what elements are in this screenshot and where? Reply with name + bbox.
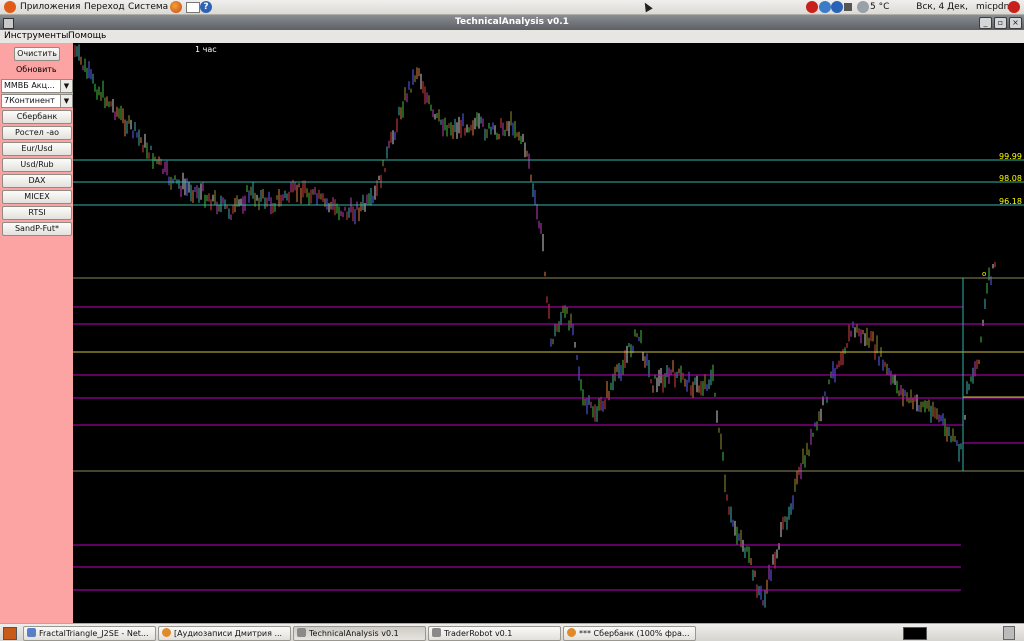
level-label: 96.18 (999, 197, 1022, 206)
instrument-button-dax[interactable]: DAX (2, 174, 72, 188)
level-label: 98.08 (999, 174, 1022, 183)
instrument-button-usdrub[interactable]: Usd/Rub (2, 158, 72, 172)
trash-icon[interactable] (1003, 626, 1015, 640)
clock[interactable]: Вск, 4 Дек, 19:10 (888, 0, 968, 26)
temperature[interactable]: 5 °C (870, 0, 889, 14)
taskbar: FractalTriangle_J2SE - Net... [Аудиозапи… (0, 623, 1024, 641)
source-select[interactable]: 7Континент ▼ (1, 94, 73, 108)
app-menubar: Инструменты Помощь (0, 30, 1024, 43)
window-titlebar[interactable]: TechnicalAnalysis v0.1 (0, 15, 1024, 30)
instrument-button-eurusd[interactable]: Eur/Usd (2, 142, 72, 156)
minimize-button[interactable]: _ (979, 17, 992, 29)
shutdown-icon[interactable] (1008, 1, 1020, 13)
instrument-button-sandp[interactable]: SandP-Fut* (2, 222, 72, 236)
exchange-select[interactable]: ММВБ Акц... ▼ (1, 79, 73, 93)
candles-group (74, 44, 996, 608)
ubuntu-logo-icon[interactable] (4, 1, 16, 13)
instrument-button-sberbank[interactable]: Сбербанк (2, 110, 72, 124)
taskbar-item-traderrobot[interactable]: TraderRobot v0.1 (428, 626, 561, 641)
taskbar-item-technicalanalysis[interactable]: TechnicalAnalysis v0.1 (293, 626, 426, 641)
instrument-button-rostelecom[interactable]: Ростел -ао (2, 126, 72, 140)
taskbar-item-fractaltriangle[interactable]: FractalTriangle_J2SE - Net... (23, 626, 156, 641)
chevron-down-icon[interactable]: ▼ (60, 80, 72, 92)
network-icon[interactable] (819, 1, 831, 13)
workspace-switcher[interactable] (903, 627, 927, 640)
price-chart[interactable]: 1 час 99.99 98.08 96.18 o (73, 43, 1024, 623)
menu-help[interactable]: Помощь (68, 30, 106, 43)
app-icon (432, 628, 441, 637)
volume-icon[interactable] (844, 3, 852, 11)
marker-label: o (982, 270, 986, 278)
instrument-button-micex[interactable]: MICEX (2, 190, 72, 204)
app-icon (27, 628, 36, 637)
sidebar: Очистить Обновить ММВБ Акц... ▼ 7Контине… (0, 43, 73, 623)
chart-canvas[interactable]: 1 час 99.99 98.08 96.18 o (73, 43, 1024, 623)
show-desktop-icon[interactable] (3, 627, 17, 640)
firefox-icon (162, 628, 171, 637)
window-title: TechnicalAnalysis v0.1 (455, 17, 569, 27)
firefox-icon[interactable] (170, 1, 182, 13)
app-icon (297, 628, 306, 637)
user-menu[interactable]: micpdn (976, 0, 1009, 14)
chevron-down-icon[interactable]: ▼ (60, 95, 72, 107)
menu-system[interactable]: Система (128, 0, 168, 14)
help-icon[interactable]: ? (200, 1, 212, 13)
refresh-label[interactable]: Обновить (16, 65, 57, 74)
instrument-button-rtsi[interactable]: RTSI (2, 206, 72, 220)
maximize-button[interactable]: ▫ (994, 17, 1007, 29)
top-panel: Приложения Переход Система ? 5 °C Вск, 4… (0, 0, 1024, 26)
firefox-icon (567, 628, 576, 637)
window-menu-icon[interactable] (3, 18, 14, 29)
timeframe-label: 1 час (195, 45, 217, 54)
menu-places[interactable]: Переход (84, 0, 125, 14)
update-notifier-icon[interactable] (806, 1, 818, 13)
menu-applications[interactable]: Приложения (20, 0, 80, 14)
level-label: 99.99 (999, 152, 1022, 161)
menu-tools[interactable]: Инструменты (4, 30, 68, 43)
source-select-value: 7Континент (4, 96, 55, 105)
mouse-cursor-icon (641, 0, 653, 13)
clear-button[interactable]: Очистить (14, 47, 60, 61)
bluetooth-icon[interactable] (831, 1, 843, 13)
weather-icon[interactable] (857, 1, 869, 13)
close-button[interactable]: × (1009, 17, 1022, 29)
taskbar-item-sberbank[interactable]: *** Сбербанк (100% фра... (563, 626, 696, 641)
mail-icon[interactable] (186, 2, 200, 13)
taskbar-item-audio[interactable]: [Аудиозаписи Дмитрия ... (158, 626, 291, 641)
exchange-select-value: ММВБ Акц... (4, 81, 55, 90)
